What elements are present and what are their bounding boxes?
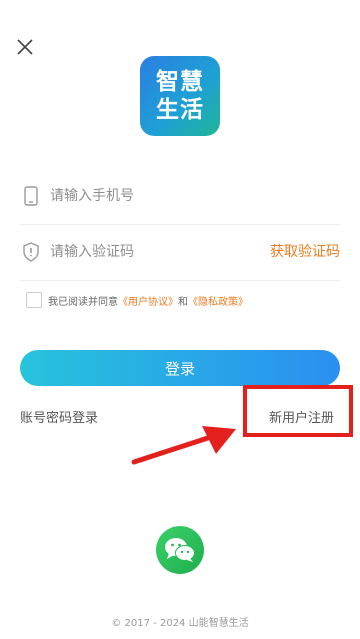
- get-code-button[interactable]: 获取验证码: [270, 241, 340, 261]
- privacy-policy-link[interactable]: 《隐私政策》: [188, 293, 248, 308]
- agreement-and: 和: [178, 296, 188, 308]
- password-login-link[interactable]: 账号密码登录: [20, 407, 98, 426]
- code-field-row: 获取验证码: [20, 224, 340, 281]
- highlight-arrow: [131, 426, 236, 465]
- wechat-icon: [165, 538, 195, 562]
- agreement-prefix: 我已阅读并同意: [48, 296, 118, 308]
- agreement-checkbox[interactable]: [26, 292, 42, 308]
- wechat-login-button[interactable]: [156, 526, 204, 574]
- agreement-row: 我已阅读并同意 《用户协议》 和 《隐私政策》: [26, 292, 248, 308]
- login-button[interactable]: 登录: [20, 350, 340, 386]
- phone-input[interactable]: [50, 182, 270, 210]
- logo-line-1: 智慧: [156, 69, 204, 95]
- phone-icon: [23, 186, 39, 206]
- footer-copyright: © 2017 - 2024 山能智慧生活: [111, 618, 249, 629]
- user-agreement-link[interactable]: 《用户协议》: [118, 293, 178, 308]
- app-logo: 智慧 生活: [140, 56, 220, 136]
- shield-icon: [23, 242, 39, 262]
- logo-line-2: 生活: [156, 97, 204, 123]
- highlight-box: [243, 385, 353, 437]
- close-icon[interactable]: [12, 34, 38, 60]
- code-input[interactable]: [50, 238, 270, 266]
- phone-field-row: [20, 168, 340, 225]
